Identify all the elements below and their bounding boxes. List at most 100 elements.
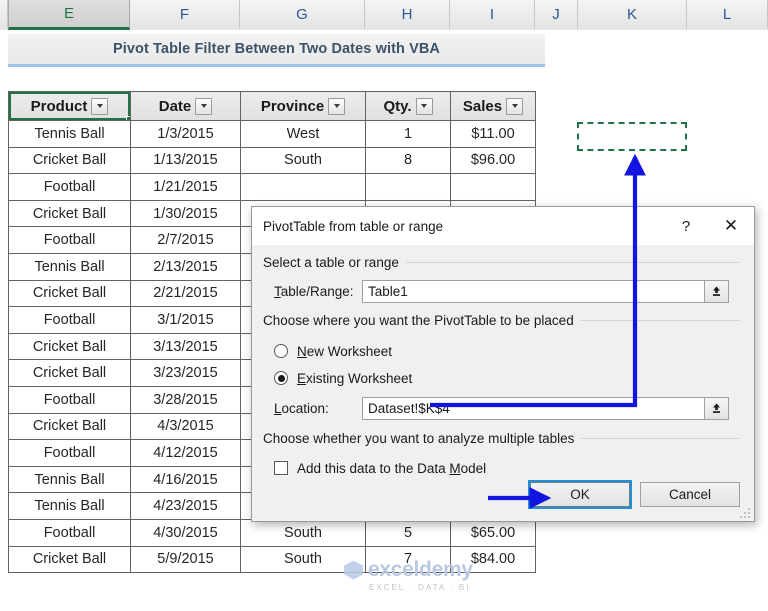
table-cell[interactable]: 1/21/2015 [130,173,241,201]
data-model-checkbox[interactable] [274,461,288,475]
column-header-f[interactable]: F [130,0,240,29]
location-input[interactable]: Dataset!$K$4 [362,397,705,420]
table-cell[interactable]: 4/16/2015 [130,465,241,494]
column-header-k[interactable]: K [578,0,687,29]
table-cell[interactable]: Football [8,226,131,254]
table-cell[interactable]: 2/21/2015 [130,279,241,308]
range-picker-icon-2[interactable] [705,397,729,420]
range-picker-icon-1[interactable] [705,280,729,303]
table-cell[interactable]: 1 [365,120,451,148]
table-cell[interactable]: Cricket Ball [8,412,131,441]
table-header-date: Date [130,91,241,121]
radio-existing-worksheet-control[interactable] [274,371,288,385]
table-cell[interactable]: 3/13/2015 [130,332,241,361]
table-cell[interactable]: Cricket Ball [8,279,131,308]
column-header-j[interactable]: J [535,0,578,29]
table-cell[interactable]: $84.00 [450,545,536,574]
table-cell[interactable]: South [240,518,366,547]
table-cell[interactable]: West [240,120,366,148]
table-cell[interactable]: Football [8,385,131,414]
column-header-l[interactable]: L [687,0,768,29]
multiple-tables-label-row: Choose whether you want to analyze multi… [263,431,754,446]
multiple-tables-label: Choose whether you want to analyze multi… [263,431,575,446]
select-table-label-row: Select a table or range [263,255,754,270]
table-cell[interactable]: $96.00 [450,146,536,175]
column-header-strip: E F G H I J K L [0,0,768,31]
table-cell[interactable]: South [240,545,366,574]
table-header-label: Sales [462,97,503,115]
table-cell[interactable]: Football [8,306,131,334]
help-icon[interactable]: ? [664,207,708,245]
column-header-e[interactable]: E [8,0,130,30]
table-cell[interactable]: Football [8,518,131,547]
table-cell[interactable] [240,173,366,201]
table-cell[interactable]: 3/28/2015 [130,385,241,414]
filter-dropdown-icon[interactable] [415,97,433,115]
select-table-section: Select a table or range [252,255,754,270]
table-cell[interactable]: Cricket Ball [8,359,131,387]
cancel-button[interactable]: Cancel [640,482,740,507]
table-cell[interactable]: Tennis Ball [8,252,131,281]
table-cell[interactable]: South [240,146,366,175]
table-cell[interactable]: Cricket Ball [8,332,131,361]
table-cell[interactable]: Football [8,439,131,467]
column-header-h[interactable]: H [365,0,450,29]
table-cell[interactable] [450,173,536,201]
table-header-qty: Qty. [365,91,451,121]
table-cell[interactable]: 5 [365,518,451,547]
dialog-button-row: OK Cancel [530,482,740,507]
column-header-i[interactable]: I [450,0,535,29]
close-icon[interactable]: ✕ [708,207,754,245]
filter-dropdown-icon[interactable] [91,97,109,115]
filter-dropdown-icon[interactable] [195,97,213,115]
table-range-input[interactable]: Table1 [362,280,705,303]
table-header-label: Date [158,97,192,115]
table-header-label: Product [30,97,88,115]
dialog-title-bar: PivotTable from table or range ? ✕ [252,207,754,245]
table-cell[interactable]: $11.00 [450,120,536,148]
table-cell[interactable]: 2/7/2015 [130,226,241,254]
table-cell[interactable]: Cricket Ball [8,199,131,228]
table-cell[interactable]: 3/1/2015 [130,306,241,334]
column-header-g[interactable]: G [240,0,365,29]
table-header-label: Province [260,97,325,115]
table-cell[interactable] [365,173,451,201]
table-header-label: Qty. [383,97,412,115]
column-header-letter: H [401,6,413,23]
filter-dropdown-icon[interactable] [328,97,346,115]
table-range-field-row: Table/Range: Table1 [274,280,729,303]
table-cell[interactable]: 7 [365,545,451,574]
radio-new-worksheet[interactable]: New Worksheet [274,339,392,363]
table-cell[interactable]: 4/12/2015 [130,439,241,467]
ok-button[interactable]: OK [530,482,630,507]
table-cell[interactable]: 1/3/2015 [130,120,241,148]
radio-new-worksheet-label: New Worksheet [297,343,393,359]
table-cell[interactable]: 1/13/2015 [130,146,241,175]
table-cell[interactable]: 4/30/2015 [130,518,241,547]
column-header-letter: J [552,6,560,23]
marching-ants-selection-k4[interactable] [577,122,687,151]
table-cell[interactable]: Football [8,173,131,201]
table-cell[interactable]: 3/23/2015 [130,359,241,387]
table-cell[interactable]: 5/9/2015 [130,545,241,574]
table-row: Cricket Ball 1/13/2015 South 8 $96.00 [8,146,536,175]
radio-new-worksheet-control[interactable] [274,344,288,358]
table-cell[interactable]: 2/13/2015 [130,252,241,281]
column-header-partial[interactable] [0,0,8,29]
table-cell[interactable]: Tennis Ball [8,120,131,148]
table-cell[interactable]: 8 [365,146,451,175]
data-model-checkbox-row[interactable]: Add this data to the Data Model [274,456,486,480]
radio-existing-worksheet[interactable]: Existing Worksheet [274,366,412,390]
resize-grip-icon[interactable] [740,508,751,519]
table-cell[interactable]: $65.00 [450,518,536,547]
table-cell[interactable]: 4/3/2015 [130,412,241,441]
table-cell[interactable]: 1/30/2015 [130,199,241,228]
table-cell[interactable]: Tennis Ball [8,492,131,520]
table-cell[interactable]: Cricket Ball [8,545,131,574]
table-cell[interactable]: 4/23/2015 [130,492,241,520]
table-row: Cricket Ball 5/9/2015 South 7 $84.00 [8,545,536,574]
table-cell[interactable]: Cricket Ball [8,146,131,175]
table-cell[interactable]: Tennis Ball [8,465,131,494]
select-table-label: Select a table or range [263,255,399,270]
filter-dropdown-icon[interactable] [506,97,524,115]
